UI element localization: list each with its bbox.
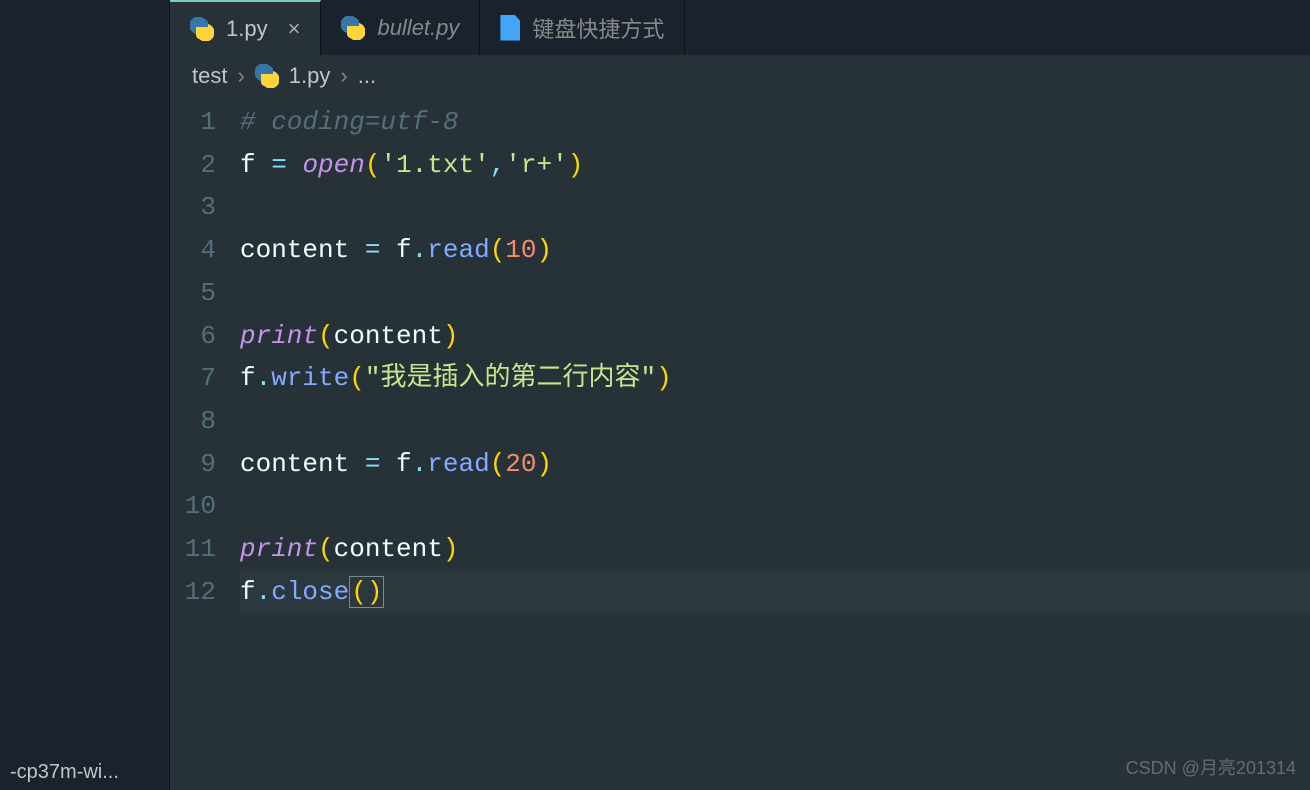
tab-bullet.py[interactable]: bullet.py — [321, 0, 480, 55]
main-area: 1.py × bullet.py 键盘快捷方式 test › 1.py › ... 1… — [170, 0, 1310, 790]
code-line[interactable]: content = f.read(10) — [240, 229, 1310, 272]
breadcrumb-folder[interactable]: test — [192, 63, 227, 89]
python-icon — [341, 16, 365, 40]
python-icon — [255, 64, 279, 88]
code-line[interactable] — [240, 485, 1310, 528]
line-number-gutter: 123456789101112 — [170, 101, 240, 790]
code-line[interactable] — [240, 186, 1310, 229]
breadcrumb-separator-icon: › — [237, 63, 244, 89]
tab-label: bullet.py — [377, 15, 459, 41]
tab-label: 1.py — [226, 16, 268, 42]
code-editor[interactable]: 123456789101112 # coding=utf-8f = open('… — [170, 97, 1310, 790]
breadcrumb-file[interactable]: 1.py — [289, 63, 331, 89]
close-icon[interactable]: × — [288, 16, 301, 42]
watermark-text: CSDN @月亮201314 — [1126, 754, 1296, 780]
line-number: 3 — [170, 186, 216, 229]
line-number: 8 — [170, 400, 216, 443]
breadcrumb-symbol[interactable]: ... — [358, 63, 376, 89]
code-line[interactable]: f = open('1.txt','r+') — [240, 144, 1310, 187]
line-number: 9 — [170, 443, 216, 486]
sidebar: -cp37m-wi... — [0, 0, 170, 790]
tab-1.py[interactable]: 1.py × — [170, 0, 321, 55]
line-number: 2 — [170, 144, 216, 187]
tab-bar: 1.py × bullet.py 键盘快捷方式 — [170, 0, 1310, 55]
code-line[interactable]: f.write("我是插入的第二行内容") — [240, 357, 1310, 400]
file-icon — [500, 15, 520, 41]
code-line[interactable] — [240, 400, 1310, 443]
code-line[interactable] — [240, 272, 1310, 315]
line-number: 11 — [170, 528, 216, 571]
tab-键盘快捷方式[interactable]: 键盘快捷方式 — [480, 0, 685, 55]
line-number: 12 — [170, 571, 216, 614]
line-number: 7 — [170, 357, 216, 400]
python-icon — [190, 17, 214, 41]
line-number: 10 — [170, 485, 216, 528]
sidebar-truncated-item[interactable]: -cp37m-wi... — [0, 755, 169, 790]
code-line[interactable]: print(content) — [240, 315, 1310, 358]
code-line[interactable]: content = f.read(20) — [240, 443, 1310, 486]
line-number: 5 — [170, 272, 216, 315]
code-line[interactable]: print(content) — [240, 528, 1310, 571]
code-line[interactable]: f.close() — [240, 571, 1310, 614]
breadcrumb[interactable]: test › 1.py › ... — [170, 55, 1310, 97]
line-number: 4 — [170, 229, 216, 272]
breadcrumb-separator-icon: › — [340, 63, 347, 89]
code-line[interactable]: # coding=utf-8 — [240, 101, 1310, 144]
line-number: 1 — [170, 101, 216, 144]
code-content[interactable]: # coding=utf-8f = open('1.txt','r+') con… — [240, 101, 1310, 790]
tab-label: 键盘快捷方式 — [532, 12, 664, 44]
line-number: 6 — [170, 315, 216, 358]
